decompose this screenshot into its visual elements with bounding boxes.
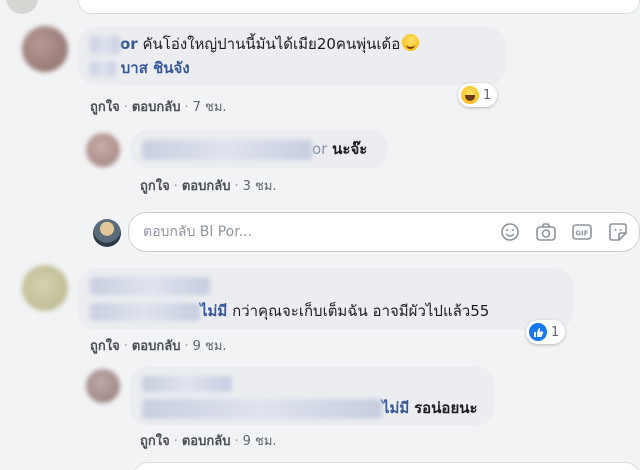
reply-input-box[interactable]: GIF xyxy=(128,212,640,252)
comment-2-author-blurred[interactable] xyxy=(90,276,210,295)
comment-1-reaction-badge[interactable]: 1 xyxy=(458,83,498,107)
reply-2-text: รอน่อยนะ xyxy=(414,399,478,417)
comment-1-avatar[interactable] xyxy=(22,26,68,72)
emoji-icon[interactable] xyxy=(499,222,521,242)
reply-input[interactable] xyxy=(143,224,483,240)
current-user-avatar[interactable] xyxy=(93,219,121,247)
comment-1-reaction-count: 1 xyxy=(483,87,492,103)
comment-2-like-link[interactable]: ถูกใจ xyxy=(90,339,120,354)
comment-1-actions: ถูกใจ · ตอบกลับ · 7 ชม. xyxy=(90,100,227,115)
tagged-name-blurred xyxy=(90,60,116,77)
comment-2-reaction-badge[interactable]: 1 xyxy=(526,320,566,344)
comment-1-bubble: or คันโอ่งใหญ่ปานนี้มันได้เมีย20คนพุ่นเด… xyxy=(78,27,506,85)
avatar[interactable] xyxy=(6,0,38,14)
comment-2-bubble: ไม่มี กว่าคุณจะเก็บเต็มฉัน อาจมีผัวไปแล้… xyxy=(78,268,573,330)
sticker-icon[interactable] xyxy=(607,222,629,242)
reply-2-tagged-name[interactable]: ไม่มี xyxy=(382,399,409,417)
comment-2-avatar[interactable] xyxy=(22,265,68,311)
comment-1-author-blurred[interactable] xyxy=(90,35,120,54)
reply-1-author[interactable]: or xyxy=(312,140,327,158)
comment-2-text: กว่าคุณจะเก็บเต็มฉัน อาจมีผัวไปแล้ว55 xyxy=(232,302,490,320)
reply-2-avatar[interactable] xyxy=(86,369,120,403)
gif-icon[interactable]: GIF xyxy=(571,222,593,242)
comment-1-author[interactable]: or xyxy=(120,35,138,53)
comment-1-text: คันโอ่งใหญ่ปานนี้มันได้เมีย20คนพุ่นเด้อ xyxy=(142,35,401,53)
reply-1-timestamp[interactable]: 3 ชม. xyxy=(243,179,277,194)
reply-2-timestamp[interactable]: 9 ชม. xyxy=(243,434,277,449)
comment-2-reaction-count: 1 xyxy=(551,324,560,340)
reply-2-reply-link[interactable]: ตอบกลับ xyxy=(182,434,231,449)
comment-2-tagged-name[interactable]: ไม่มี xyxy=(200,302,227,320)
reply-2-actions: ถูกใจ · ตอบกลับ · 9 ชม. xyxy=(140,434,277,449)
comment-2-tag-blurred xyxy=(90,302,200,321)
grinning-emoji-icon xyxy=(402,34,420,51)
comment-1-reply-link[interactable]: ตอบกลับ xyxy=(132,100,181,115)
comment-2-timestamp[interactable]: 9 ชม. xyxy=(193,339,227,354)
reply-2-bubble: ไม่มี รอน่อยนะ xyxy=(130,366,494,426)
next-item-box xyxy=(133,462,640,470)
like-icon xyxy=(529,323,547,341)
previous-comment-bubble xyxy=(78,0,640,14)
reply-1-text: นะจ๊ะ xyxy=(332,140,368,158)
reply-2-tag-blurred xyxy=(142,398,382,419)
camera-icon[interactable] xyxy=(535,222,557,242)
reply-1-bubble: or นะจ๊ะ xyxy=(130,130,388,168)
reply-1-reply-link[interactable]: ตอบกลับ xyxy=(182,179,231,194)
reply-1-avatar[interactable] xyxy=(86,133,120,167)
comment-1-tagged-name[interactable]: บาส ชินจัง xyxy=(121,59,190,77)
reply-1-author-blurred[interactable] xyxy=(142,139,312,160)
reply-2-author-blurred[interactable] xyxy=(142,375,232,392)
comment-1-like-link[interactable]: ถูกใจ xyxy=(90,100,120,115)
comment-1-timestamp[interactable]: 7 ชม. xyxy=(193,100,227,115)
comment-2-actions: ถูกใจ · ตอบกลับ · 9 ชม. xyxy=(90,339,227,354)
comment-2-reply-link[interactable]: ตอบกลับ xyxy=(132,339,181,354)
reply-2-like-link[interactable]: ถูกใจ xyxy=(140,434,170,449)
haha-emoji-icon xyxy=(461,86,479,104)
reply-1-actions: ถูกใจ · ตอบกลับ · 3 ชม. xyxy=(140,179,277,194)
reply-1-like-link[interactable]: ถูกใจ xyxy=(140,179,170,194)
svg-text:GIF: GIF xyxy=(575,230,588,238)
